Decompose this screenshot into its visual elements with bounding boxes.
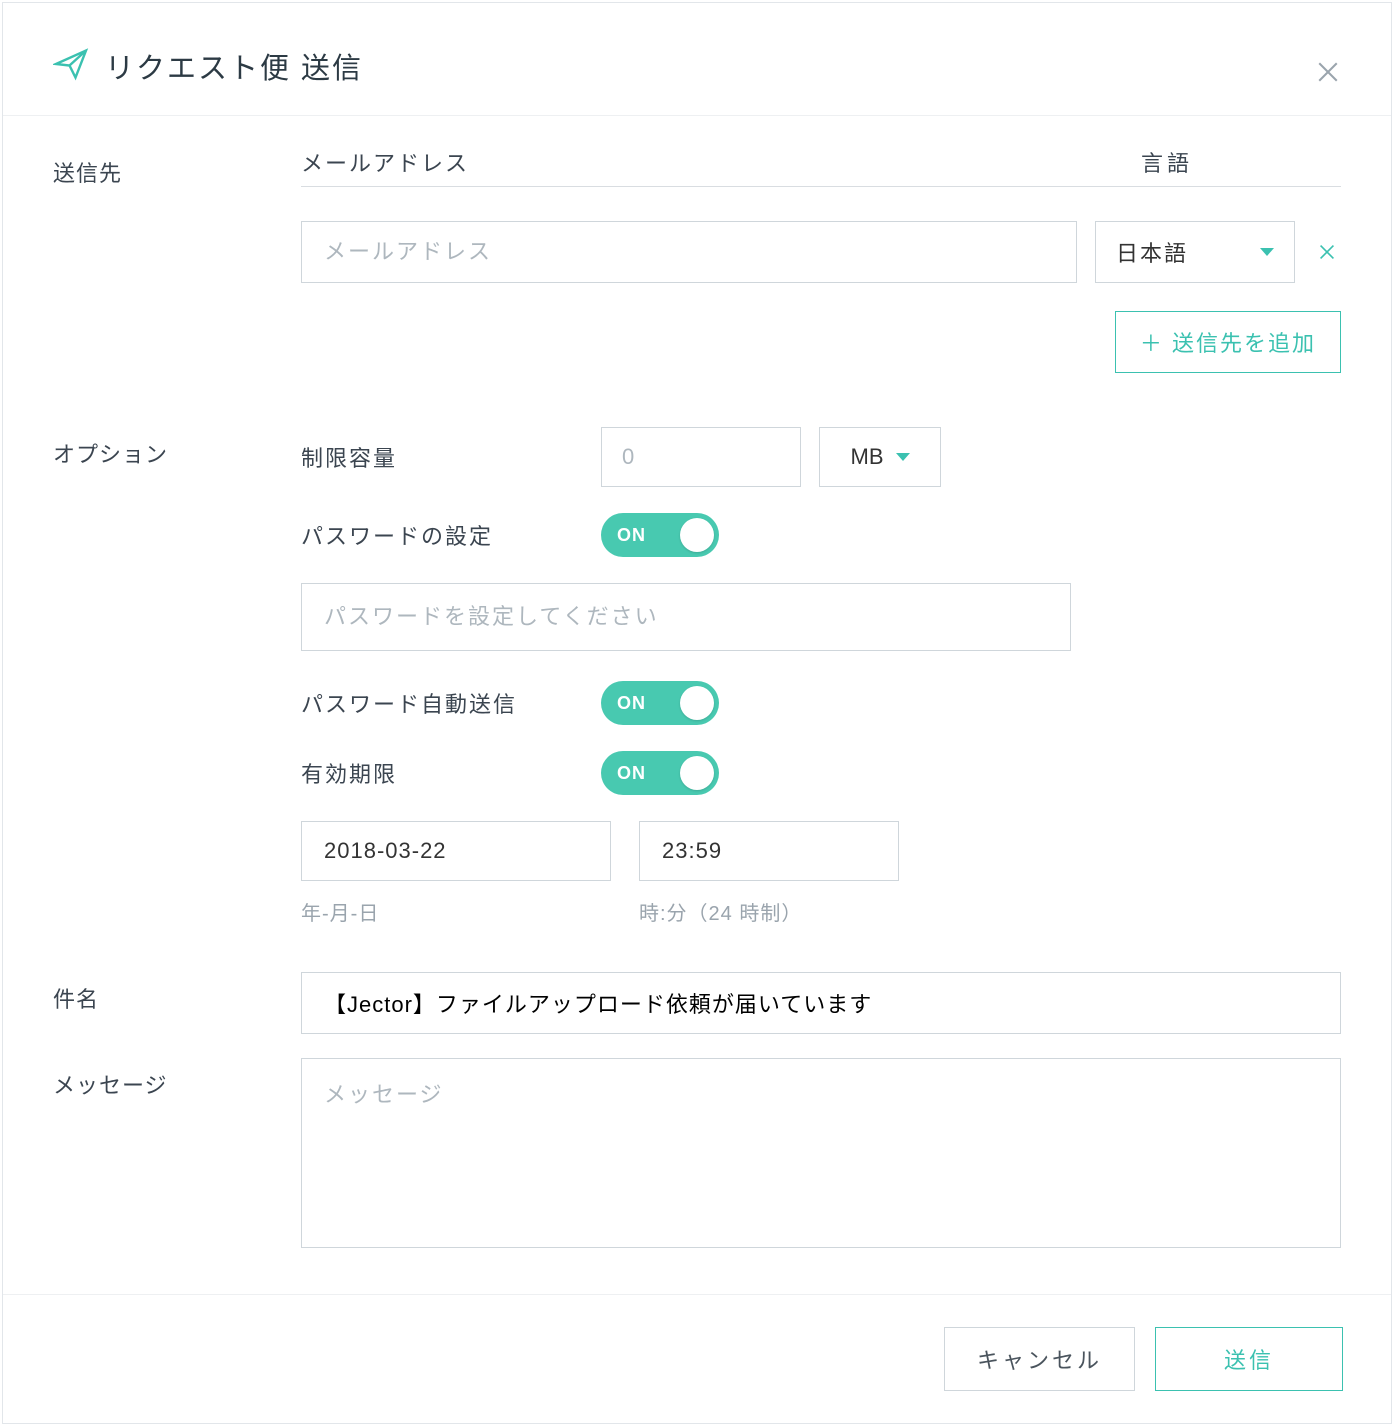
password-set-toggle[interactable]: ON <box>601 513 719 557</box>
capacity-unit-value: MB <box>851 444 884 470</box>
password-auto-toggle[interactable]: ON <box>601 681 719 725</box>
subject-side-label: 件名 <box>53 972 301 1014</box>
options-side-label: オプション <box>53 427 301 469</box>
send-button[interactable]: 送信 <box>1155 1327 1343 1391</box>
language-column-header: 言語 <box>1141 146 1341 178</box>
message-textarea[interactable] <box>301 1058 1341 1248</box>
options-section: オプション 制限容量 MB パスワードの設定 ON <box>53 427 1341 926</box>
subject-input[interactable] <box>301 972 1341 1034</box>
email-column-header: メールアドレス <box>301 146 1141 178</box>
chevron-down-icon <box>896 453 910 461</box>
expiry-time-hint: 時:分（24 時制） <box>639 897 899 926</box>
expiry-date-hint: 年-月-日 <box>301 897 611 926</box>
toggle-on-text: ON <box>617 763 646 784</box>
close-icon[interactable] <box>1313 57 1343 87</box>
capacity-label: 制限容量 <box>301 441 601 473</box>
capacity-row: 制限容量 MB <box>301 427 1341 487</box>
capacity-unit-select[interactable]: MB <box>819 427 941 487</box>
paper-plane-icon <box>53 46 105 87</box>
modal-footer: キャンセル 送信 <box>3 1294 1391 1423</box>
expiry-inputs: 年-月-日 時:分（24 時制） <box>301 821 1341 926</box>
toggle-knob <box>680 518 714 552</box>
recipients-header-row: メールアドレス 言語 <box>301 146 1341 187</box>
capacity-input[interactable] <box>601 427 801 487</box>
recipient-email-input[interactable] <box>301 221 1077 283</box>
recipient-language-value: 日本語 <box>1116 236 1188 268</box>
recipient-language-select[interactable]: 日本語 <box>1095 221 1295 283</box>
expiry-date-input[interactable] <box>301 821 611 881</box>
expiry-time-input[interactable] <box>639 821 899 881</box>
password-auto-label: パスワード自動送信 <box>301 687 601 719</box>
toggle-on-text: ON <box>617 693 646 714</box>
chevron-down-icon <box>1260 248 1274 256</box>
recipients-side-label: 送信先 <box>53 146 301 188</box>
remove-recipient-icon[interactable] <box>1313 238 1341 266</box>
password-input[interactable] <box>301 583 1071 651</box>
expiry-toggle[interactable]: ON <box>601 751 719 795</box>
message-section: メッセージ <box>53 1058 1341 1248</box>
password-set-label: パスワードの設定 <box>301 519 601 551</box>
request-send-modal: リクエスト便 送信 送信先 メールアドレス 言語 日本語 <box>2 2 1392 1424</box>
toggle-on-text: ON <box>617 525 646 546</box>
expiry-row: 有効期限 ON <box>301 751 1341 795</box>
recipient-row: 日本語 <box>301 221 1341 283</box>
expiry-label: 有効期限 <box>301 757 601 789</box>
password-auto-row: パスワード自動送信 ON <box>301 681 1341 725</box>
cancel-button[interactable]: キャンセル <box>944 1327 1135 1391</box>
recipients-section: 送信先 メールアドレス 言語 日本語 <box>53 146 1341 413</box>
modal-title: リクエスト便 送信 <box>105 45 363 87</box>
password-set-row: パスワードの設定 ON <box>301 513 1341 557</box>
toggle-knob <box>680 756 714 790</box>
subject-section: 件名 <box>53 972 1341 1034</box>
modal-header: リクエスト便 送信 <box>3 3 1391 116</box>
toggle-knob <box>680 686 714 720</box>
add-recipient-button[interactable]: ＋ 送信先を追加 <box>1115 311 1341 373</box>
message-side-label: メッセージ <box>53 1058 301 1100</box>
